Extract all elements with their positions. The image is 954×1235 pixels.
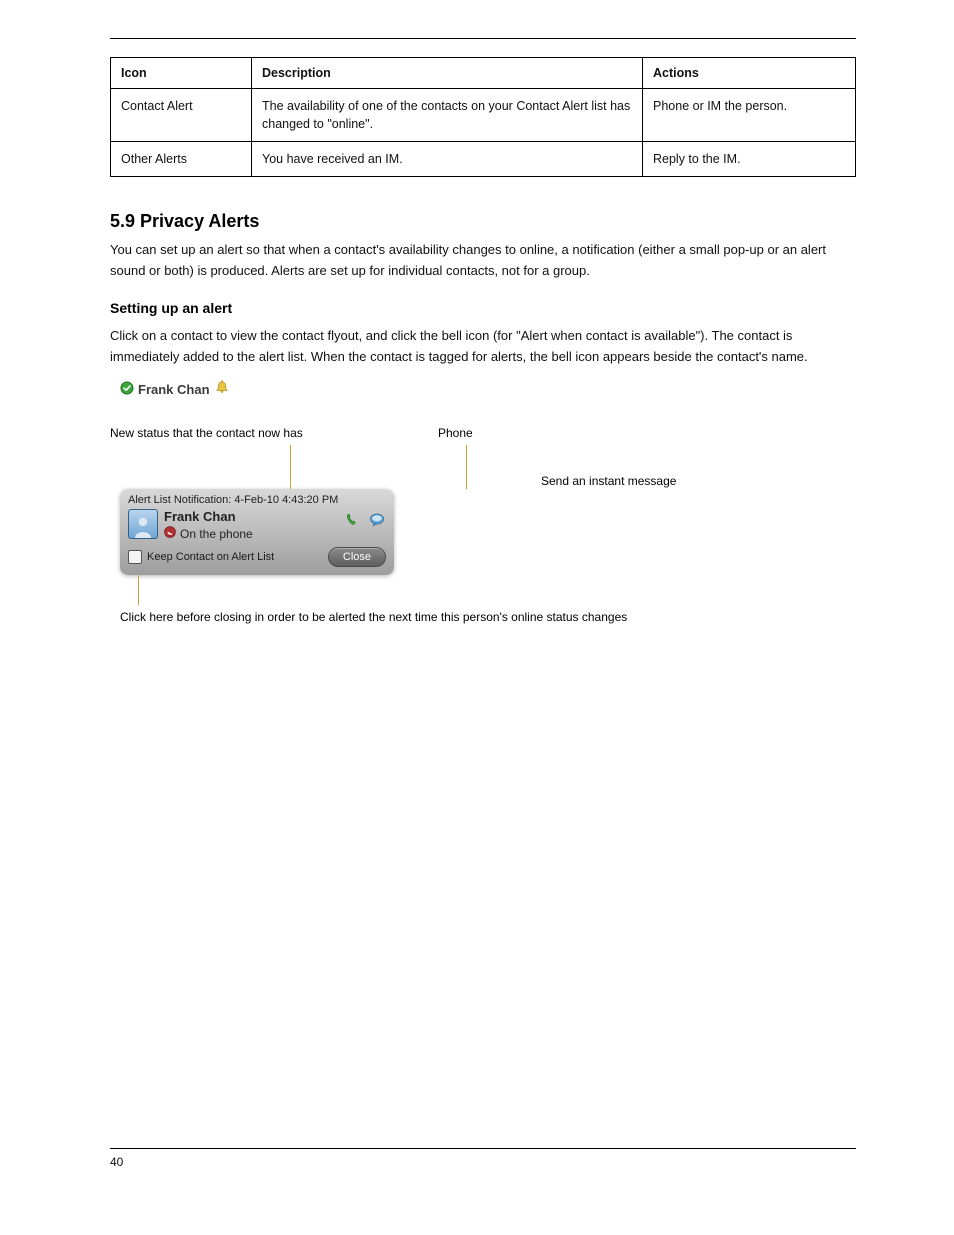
cell-icon: Other Alerts: [111, 142, 252, 177]
alerts-table: Icon Description Actions Contact Alert T…: [110, 57, 856, 177]
keep-contact-label: Keep Contact on Alert List: [147, 551, 274, 563]
keep-contact-checkbox[interactable]: Keep Contact on Alert List: [128, 550, 274, 564]
notification-title: Alert List Notification: 4-Feb-10 4:43:2…: [128, 494, 386, 506]
alert-notification: Alert List Notification: 4-Feb-10 4:43:2…: [120, 489, 394, 575]
callout-below: Click here before closing in order to be…: [120, 575, 856, 625]
notification-status-text: On the phone: [180, 527, 253, 541]
presence-online-icon: [120, 381, 134, 398]
cell-desc: The availability of one of the contacts …: [252, 89, 643, 142]
table-row: Contact Alert The availability of one of…: [111, 89, 856, 142]
cell-desc: You have received an IM.: [252, 142, 643, 177]
table-header-desc: Description: [252, 58, 643, 89]
cell-icon: Contact Alert: [111, 89, 252, 142]
checkbox-icon[interactable]: [128, 550, 142, 564]
callout-below-label: Click here before closing in order to be…: [120, 609, 640, 625]
phone-icon[interactable]: [344, 511, 362, 534]
cell-actions: Reply to the IM.: [643, 142, 856, 177]
page-number: 40: [110, 1155, 123, 1169]
bell-icon: [214, 380, 230, 399]
callout-a-label: New status that the contact now has: [110, 425, 420, 441]
contact-inline-name: Frank Chan: [138, 382, 210, 397]
table-row: Other Alerts You have received an IM. Re…: [111, 142, 856, 177]
callout-c: Send an instant message: [541, 473, 841, 489]
cell-actions: Phone or IM the person.: [643, 89, 856, 142]
callout-b: Phone: [438, 425, 523, 489]
header-rule: [110, 38, 856, 39]
setup-heading: Setting up an alert: [110, 300, 856, 316]
callout-b-label: Phone: [438, 425, 523, 441]
callout-row-top: New status that the contact now has Phon…: [110, 425, 856, 489]
section-intro: You can set up an alert so that when a c…: [110, 240, 856, 282]
setup-body: Click on a contact to view the contact f…: [110, 326, 856, 368]
contact-inline: Frank Chan: [120, 380, 230, 399]
notification-status: On the phone: [164, 526, 338, 541]
table-header-icon: Icon: [111, 58, 252, 89]
callout-a: New status that the contact now has: [110, 425, 420, 489]
table-header-actions: Actions: [643, 58, 856, 89]
status-on-phone-icon: [164, 526, 176, 541]
im-icon[interactable]: [368, 511, 386, 534]
section-heading: 5.9 Privacy Alerts: [110, 211, 856, 232]
callout-c-label: Send an instant message: [541, 473, 841, 489]
close-button[interactable]: Close: [328, 547, 386, 567]
notification-contact-name: Frank Chan: [164, 509, 338, 525]
page-footer: 40: [110, 1148, 856, 1169]
avatar: [128, 509, 158, 539]
